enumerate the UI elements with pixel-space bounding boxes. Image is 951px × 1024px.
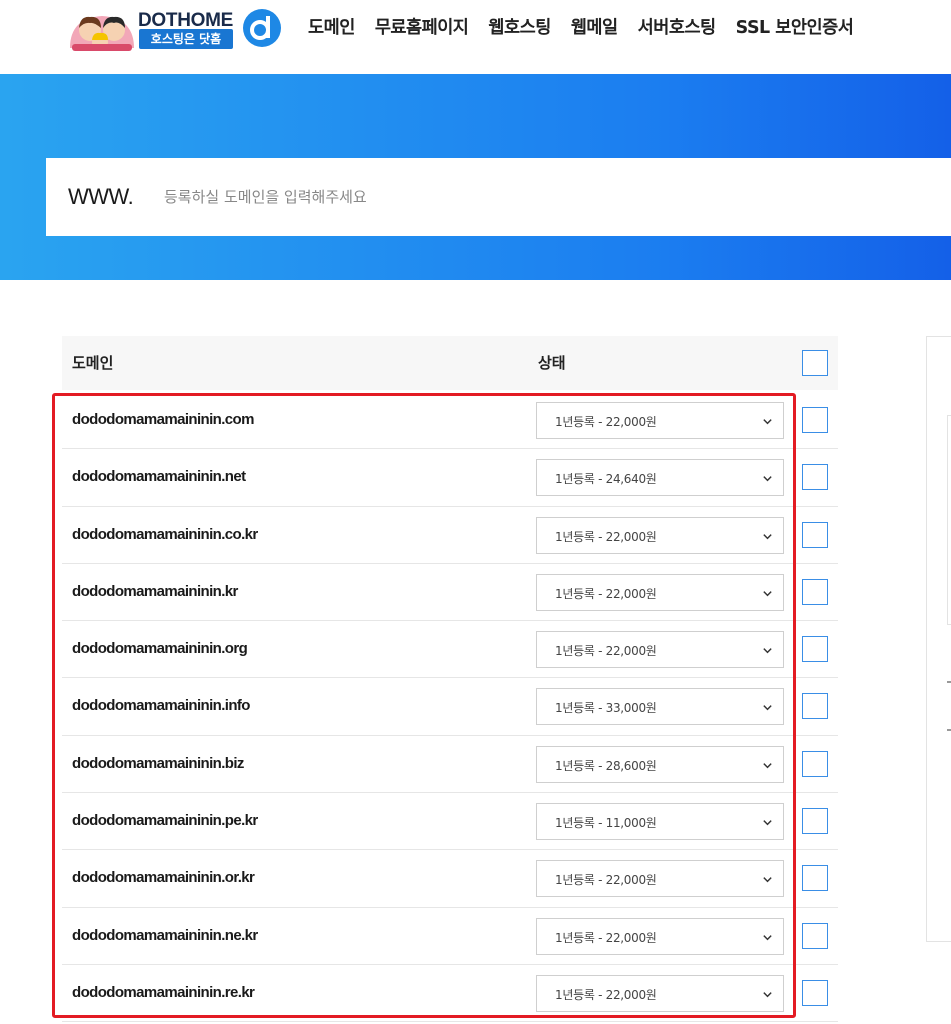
registration-period-select[interactable]: 1년등록 - 24,640원	[536, 459, 784, 497]
registration-period-select[interactable]: 1년등록 - 22,000원	[536, 631, 784, 669]
logo-wordmark: DOTHOME 호스팅은 닷홈	[138, 10, 238, 50]
registration-period-select[interactable]: 1년등록 - 28,600원	[536, 745, 784, 783]
cart-side-panel	[926, 336, 951, 942]
table-row: dododomamamaininin.biz 1년등록 - 28,600원	[62, 736, 838, 794]
nav-item-server-hosting[interactable]: 서버호스팅	[638, 16, 717, 46]
row-checkbox[interactable]	[802, 808, 828, 835]
domain-name: dododomamamaininin.info	[72, 697, 250, 715]
registration-period-select[interactable]: 1년등록 - 22,000원	[536, 573, 784, 611]
domain-name: dododomamamaininin.co.kr	[72, 525, 258, 543]
registration-period-select[interactable]: 1년등록 - 22,000원	[536, 860, 784, 898]
chevron-down-icon	[763, 992, 772, 998]
select-value: 1년등록 - 33,000원	[555, 701, 657, 716]
table-row: dododomamamaininin.re.kr 1년등록 - 22,000원	[62, 965, 838, 1023]
row-checkbox[interactable]	[802, 693, 828, 720]
row-checkbox[interactable]	[802, 578, 828, 605]
nav-item-web-hosting[interactable]: 웹호스팅	[488, 16, 551, 46]
row-checkbox[interactable]	[802, 922, 828, 949]
row-checkbox[interactable]	[802, 979, 828, 1006]
domain-name: dododomamamaininin.or.kr	[72, 869, 255, 887]
select-value: 1년등록 - 22,000원	[555, 415, 657, 429]
panel-mark	[947, 729, 951, 731]
registration-period-select[interactable]: 1년등록 - 22,000원	[536, 974, 784, 1012]
registration-period-select[interactable]: 1년등록 - 22,000원	[536, 402, 784, 439]
chevron-down-icon	[763, 705, 772, 711]
table-row: dododomamamaininin.ne.kr 1년등록 - 22,000원	[62, 908, 838, 965]
domain-name: dododomamamaininin.com	[72, 411, 254, 428]
table-row: dododomamamaininin.org 1년등록 - 22,000원	[62, 621, 838, 679]
nav-item-domain[interactable]: 도메인	[308, 16, 355, 46]
logo-tagline: 호스팅은 닷홈	[139, 29, 233, 49]
select-value: 1년등록 - 11,000원	[555, 816, 657, 831]
row-checkbox[interactable]	[802, 865, 828, 892]
chevron-down-icon	[763, 877, 772, 883]
select-value: 1년등록 - 22,000원	[555, 930, 657, 945]
main-nav: 도메인 무료홈페이지 웹호스팅 웹메일 서버호스팅 SSL 보안인증서	[308, 16, 873, 46]
table-row: dododomamamaininin.kr 1년등록 - 22,000원	[62, 564, 838, 622]
table-row: dododomamamaininin.info 1년등록 - 33,000원	[62, 678, 838, 736]
column-header-status: 상태	[538, 354, 566, 372]
domain-name: dododomamamaininin.ne.kr	[72, 926, 258, 944]
select-all-checkbox[interactable]	[802, 350, 828, 376]
domain-name: dododomamamaininin.biz	[72, 754, 244, 772]
select-value: 1년등록 - 22,000원	[555, 586, 657, 601]
dothome-d-icon	[243, 9, 281, 47]
chevron-down-icon	[763, 476, 772, 482]
nav-item-free-homepage[interactable]: 무료홈페이지	[375, 16, 469, 46]
chevron-down-icon	[763, 648, 772, 654]
table-row: dododomamamaininin.com 1년등록 - 22,000원	[62, 392, 838, 450]
registration-period-select[interactable]: 1년등록 - 11,000원	[536, 803, 784, 841]
domain-search-box: WWW.	[46, 158, 951, 236]
domain-name: dododomamamaininin.kr	[72, 582, 238, 600]
table-row: dododomamamaininin.co.kr 1년등록 - 22,000원	[62, 507, 838, 564]
select-value: 1년등록 - 22,000원	[555, 644, 657, 659]
registration-period-select[interactable]: 1년등록 - 22,000원	[536, 516, 784, 554]
domain-table-header: 도메인 상태	[62, 336, 838, 390]
panel-mark	[947, 681, 951, 683]
chevron-down-icon	[763, 820, 772, 826]
search-hero: WWW.	[0, 74, 951, 280]
domain-search-input[interactable]	[164, 172, 924, 222]
nav-item-ssl-certificate[interactable]: SSL 보안인증서	[736, 16, 854, 46]
row-checkbox[interactable]	[802, 464, 828, 491]
registration-period-select[interactable]: 1년등록 - 33,000원	[536, 688, 784, 726]
table-row: dododomamamaininin.pe.kr 1년등록 - 11,000원	[62, 793, 838, 851]
select-value: 1년등록 - 22,000원	[555, 529, 657, 544]
site-header: DOTHOME 호스팅은 닷홈 도메인 무료홈페이지 웹호스팅 웹메일 서버호스…	[0, 0, 951, 74]
domain-name: dododomamamaininin.net	[72, 468, 246, 486]
chevron-down-icon	[763, 762, 772, 769]
select-value: 1년등록 - 22,000원	[555, 873, 657, 888]
domain-name: dododomamamaininin.pe.kr	[72, 812, 258, 830]
site-logo[interactable]: DOTHOME 호스팅은 닷홈	[66, 8, 281, 52]
domain-table-body: dododomamamaininin.com 1년등록 - 22,000원 do…	[62, 392, 838, 1023]
row-checkbox[interactable]	[802, 407, 828, 433]
chevron-down-icon	[763, 533, 772, 539]
domain-name: dododomamamaininin.org	[72, 640, 248, 658]
row-checkbox[interactable]	[802, 750, 828, 777]
logo-characters-icon	[70, 16, 134, 51]
chevron-down-icon	[763, 934, 772, 941]
select-value: 1년등록 - 28,600원	[555, 758, 657, 773]
registration-period-select[interactable]: 1년등록 - 22,000원	[536, 917, 784, 955]
row-checkbox[interactable]	[802, 521, 828, 548]
chevron-down-icon	[763, 591, 772, 597]
select-value: 1년등록 - 24,640원	[555, 472, 657, 487]
table-row: dododomamamaininin.or.kr 1년등록 - 22,000원	[62, 850, 838, 908]
search-prefix: WWW.	[68, 184, 134, 209]
domain-name: dododomamamaininin.re.kr	[72, 983, 255, 1001]
row-checkbox[interactable]	[802, 636, 828, 663]
column-header-domain: 도메인	[72, 354, 114, 372]
cart-panel-box	[947, 415, 951, 625]
chevron-down-icon	[763, 419, 772, 425]
nav-item-webmail[interactable]: 웹메일	[571, 16, 618, 46]
table-row: dododomamamaininin.net 1년등록 - 24,640원	[62, 449, 838, 507]
select-value: 1년등록 - 22,000원	[555, 987, 657, 1002]
